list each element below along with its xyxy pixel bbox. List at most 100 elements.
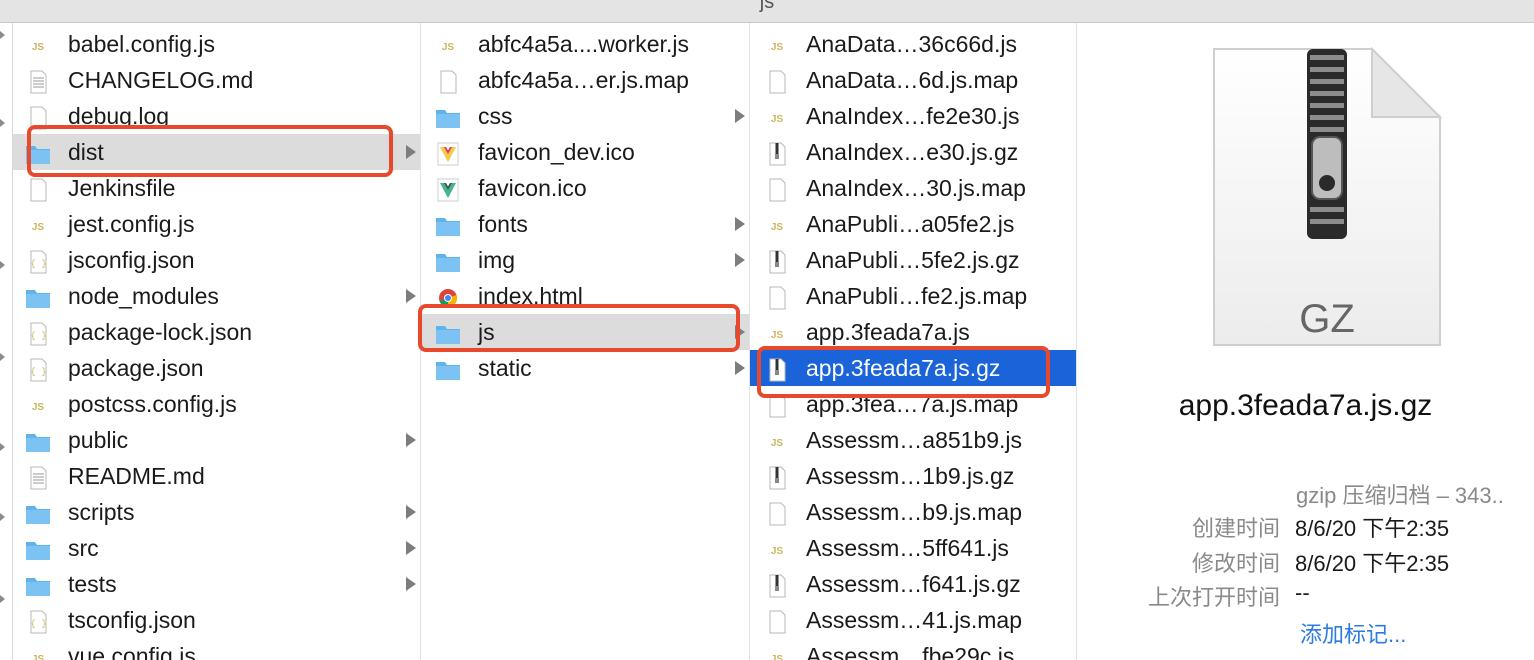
disclosure-arrow-icon[interactable] — [735, 361, 745, 375]
disclosure-arrow-icon — [0, 261, 5, 269]
file-row[interactable]: AnaPubli…5fe2.js.gz — [750, 242, 1076, 278]
disclosure-arrow-icon[interactable] — [735, 217, 745, 231]
window-title: js — [759, 0, 775, 13]
file-row[interactable]: { } tsconfig.json — [13, 602, 420, 638]
item-name: CHANGELOG.md — [68, 67, 254, 93]
disclosure-arrow-icon[interactable] — [406, 541, 416, 555]
js-file-icon: JS — [25, 32, 51, 56]
svg-text:{ }: { } — [30, 619, 46, 629]
gzip-archive-icon: GZ — [1213, 47, 1442, 346]
item-name: tests — [68, 571, 117, 597]
file-row[interactable]: AnaPubli…fe2.js.map — [750, 278, 1076, 314]
file-row[interactable]: JS AnaData…36c66d.js — [750, 26, 1076, 62]
file-row[interactable]: README.md — [13, 458, 420, 494]
finder-column-dist[interactable]: JS abfc4a5a....worker.js abfc4a5a…er.js.ma… — [421, 23, 750, 660]
file-row[interactable]: { } package-lock.json — [13, 314, 420, 350]
folder-row[interactable]: js — [421, 314, 749, 350]
file-row[interactable]: JS jest.config.js — [13, 206, 420, 242]
svg-text:JS: JS — [442, 42, 455, 53]
file-row[interactable]: index.html — [421, 278, 749, 314]
disclosure-arrow-icon[interactable] — [406, 577, 416, 591]
file-row[interactable]: Jenkinsfile — [13, 170, 420, 206]
preview-filename: app.3feada7a.js.gz — [1178, 389, 1433, 422]
file-row[interactable]: { } package.json — [13, 350, 420, 386]
js-file-icon: JS — [764, 32, 790, 56]
disclosure-arrow-icon[interactable] — [406, 505, 416, 519]
file-row[interactable]: JS abfc4a5a....worker.js — [421, 26, 749, 62]
disclosure-arrow-icon[interactable] — [406, 145, 416, 159]
item-name: index.html — [478, 283, 583, 309]
file-row[interactable]: Assessm…41.js.map — [750, 602, 1076, 638]
finder-column-project[interactable]: JS babel.config.js CHANGELOG.md debug.log di… — [13, 23, 421, 660]
folder-row[interactable]: static — [421, 350, 749, 386]
file-row[interactable]: JS postcss.config.js — [13, 386, 420, 422]
file-row[interactable]: JS AnaIndex…fe2e30.js — [750, 98, 1076, 134]
disclosure-arrow-icon[interactable] — [406, 289, 416, 303]
preview-pane: GZ app.3feada7a.js.gz gzip 压缩归档 – 343.. … — [1077, 23, 1534, 660]
item-name: app.3fea…7a.js.map — [806, 391, 1019, 417]
preview-kind: gzip 压缩归档 – 343.. — [1296, 483, 1504, 508]
file-row[interactable]: favicon.ico — [421, 170, 749, 206]
disclosure-arrow-icon[interactable] — [406, 433, 416, 447]
svg-text:{ }: { } — [30, 367, 46, 377]
zip-file-icon — [764, 572, 790, 598]
item-name: package-lock.json — [68, 319, 253, 345]
file-row[interactable]: JS AnaPubli…a05fe2.js — [750, 206, 1076, 242]
file-row[interactable]: Assessm…b9.js.map — [750, 494, 1076, 530]
folder-row[interactable]: dist — [13, 134, 420, 170]
file-row[interactable]: favicon_dev.ico — [421, 134, 749, 170]
item-name: vue.config.js — [68, 643, 196, 660]
item-name: js — [478, 319, 495, 345]
file-row[interactable]: CHANGELOG.md — [13, 62, 420, 98]
add-tags-link[interactable]: 添加标记... — [1300, 617, 1406, 649]
item-name: babel.config.js — [68, 31, 216, 57]
file-row[interactable]: Assessm…1b9.js.gz — [750, 458, 1076, 494]
text-file-icon — [25, 464, 51, 490]
zip-file-icon — [764, 356, 790, 382]
folder-row[interactable]: public — [13, 422, 420, 458]
json-file-icon: { } — [25, 356, 51, 382]
js-file-icon: JS — [764, 428, 790, 452]
disclosure-arrow-icon[interactable] — [735, 253, 745, 267]
file-row[interactable]: JS babel.config.js — [13, 26, 420, 62]
item-name: jest.config.js — [68, 211, 195, 237]
parent-column-stub[interactable] — [0, 23, 13, 660]
svg-text:JS: JS — [771, 42, 784, 53]
folder-row[interactable]: css — [421, 98, 749, 134]
file-row[interactable]: app.3feada7a.js.gz — [750, 350, 1076, 386]
disclosure-arrow-icon[interactable] — [735, 109, 745, 123]
svg-text:JS: JS — [32, 654, 45, 660]
svg-text:JS: JS — [771, 330, 784, 341]
file-row[interactable]: AnaData…6d.js.map — [750, 62, 1076, 98]
file-row[interactable]: AnaIndex…e30.js.gz — [750, 134, 1076, 170]
folder-row[interactable]: img — [421, 242, 749, 278]
item-name: AnaData…6d.js.map — [806, 67, 1019, 93]
file-row[interactable]: JS Assessm…a851b9.js — [750, 422, 1076, 458]
folder-row[interactable]: node_modules — [13, 278, 420, 314]
file-row[interactable]: debug.log — [13, 98, 420, 134]
file-row[interactable]: JS vue.config.js — [13, 638, 420, 660]
folder-icon — [25, 572, 51, 596]
file-row[interactable]: abfc4a5a…er.js.map — [421, 62, 749, 98]
folder-row[interactable]: scripts — [13, 494, 420, 530]
file-row[interactable]: JS Assessm…5ff641.js — [750, 530, 1076, 566]
file-row[interactable]: app.3fea…7a.js.map — [750, 386, 1076, 422]
item-name: app.3feada7a.js.gz — [806, 355, 1001, 381]
folder-row[interactable]: src — [13, 530, 420, 566]
finder-column-js[interactable]: JS AnaData…36c66d.js AnaData…6d.js.map JS An… — [750, 23, 1077, 660]
file-row[interactable]: JS app.3feada7a.js — [750, 314, 1076, 350]
file-row[interactable]: AnaIndex…30.js.map — [750, 170, 1076, 206]
blank-file-icon — [764, 608, 790, 634]
blank-file-icon — [764, 284, 790, 310]
window-titlebar[interactable]: js — [0, 0, 1534, 23]
item-name: abfc4a5a....worker.js — [478, 31, 689, 57]
disclosure-arrow-icon[interactable] — [735, 325, 745, 339]
file-row[interactable]: Assessm…f641.js.gz — [750, 566, 1076, 602]
file-row[interactable]: JS Assessm…fbe29c.js — [750, 638, 1076, 660]
folder-row[interactable]: tests — [13, 566, 420, 602]
zip-file-icon — [764, 140, 790, 166]
folder-row[interactable]: fonts — [421, 206, 749, 242]
blank-file-icon — [25, 104, 51, 130]
file-list: JS abfc4a5a....worker.js abfc4a5a…er.js.ma… — [421, 26, 749, 386]
file-row[interactable]: { } jsconfig.json — [13, 242, 420, 278]
